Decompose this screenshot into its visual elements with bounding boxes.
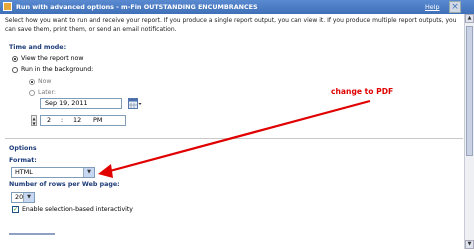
annotation-arrow — [98, 99, 371, 178]
